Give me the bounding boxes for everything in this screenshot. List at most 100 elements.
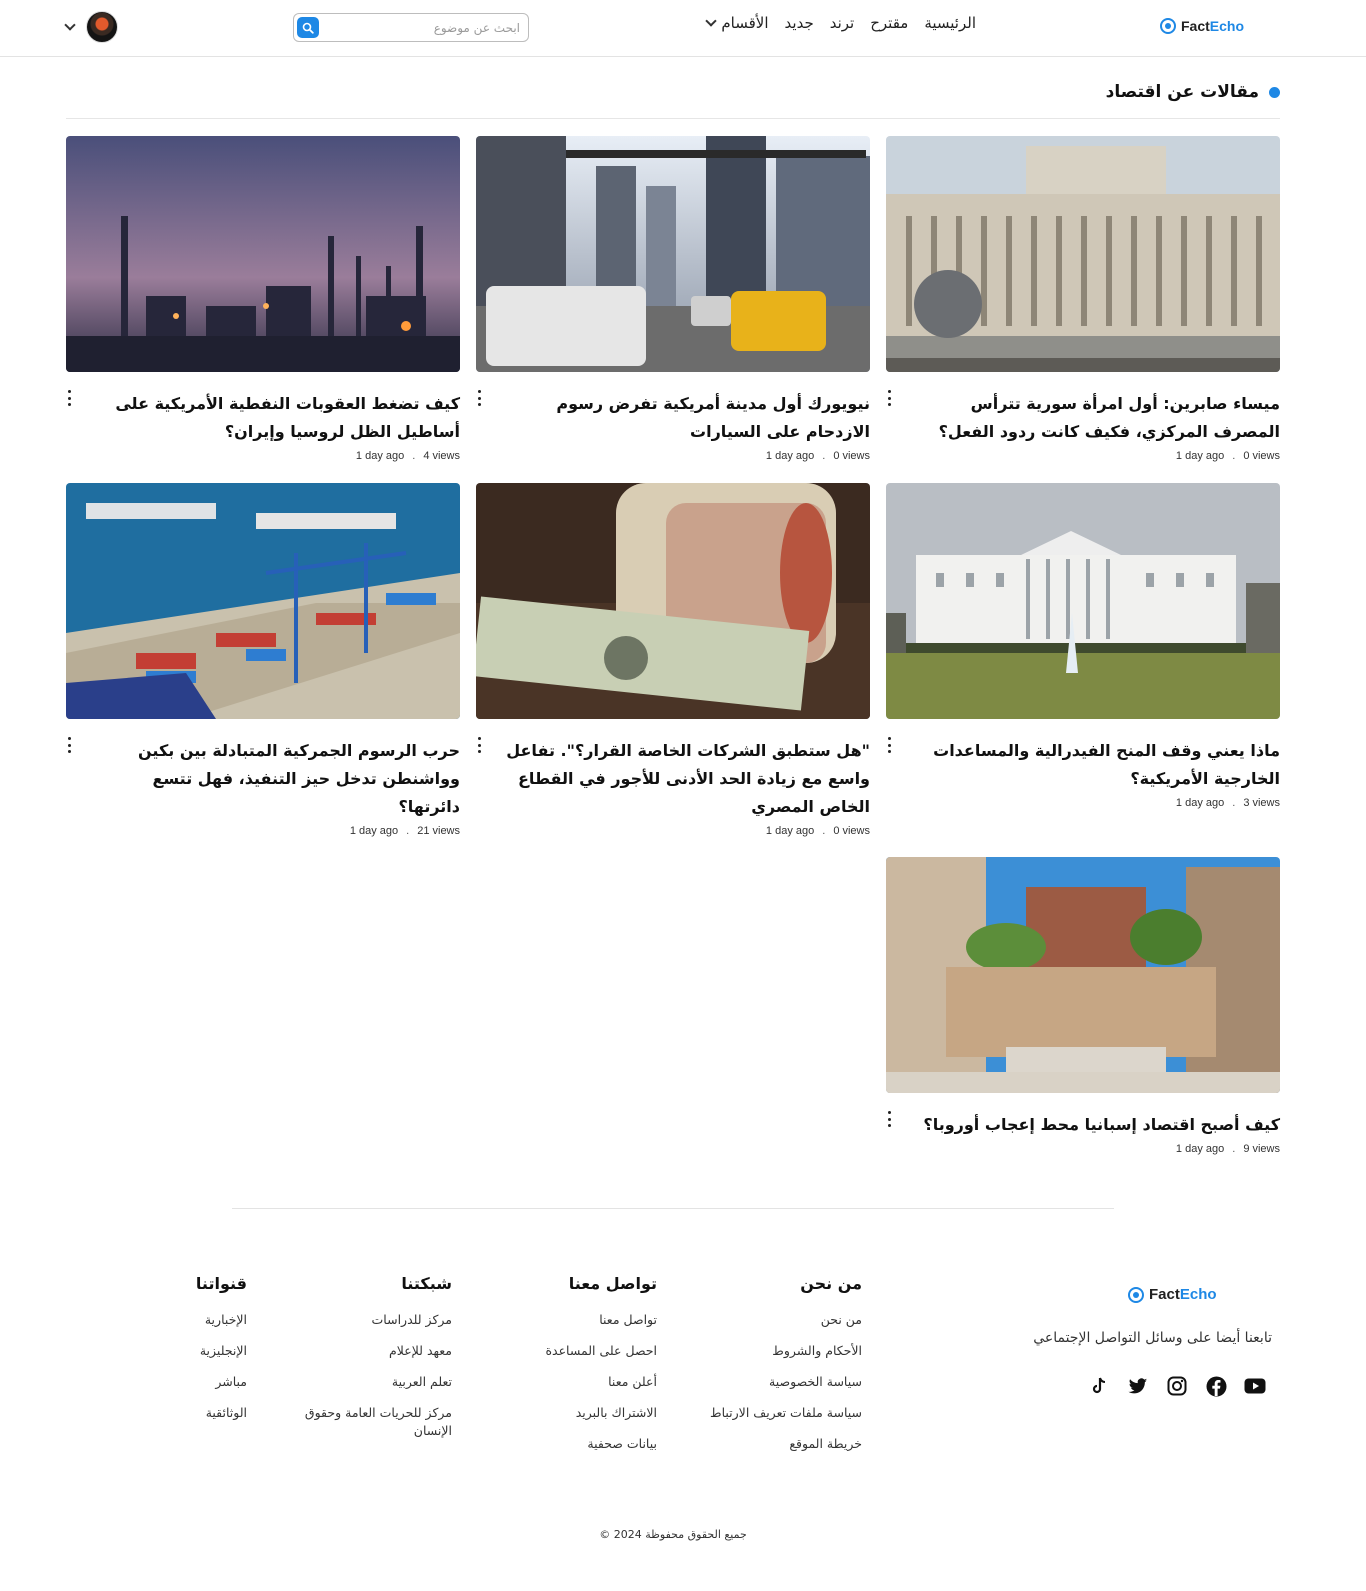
article-meta: 1 day ago . 0 views bbox=[476, 825, 870, 837]
footer-link[interactable]: سياسة الخصوصية bbox=[710, 1373, 862, 1391]
search-button[interactable] bbox=[297, 17, 319, 38]
footer-link[interactable]: من نحن bbox=[710, 1311, 862, 1329]
footer-link[interactable]: الإخبارية bbox=[196, 1311, 247, 1329]
footer-link[interactable]: الوثائقية bbox=[196, 1404, 247, 1422]
chevron-down-icon[interactable] bbox=[64, 19, 76, 31]
article-meta: 1 day ago . 0 views bbox=[476, 450, 870, 462]
logo-fact-text: Fact bbox=[1181, 18, 1210, 34]
footer-heading: تواصل معنا bbox=[568, 1274, 657, 1293]
footer-link[interactable]: الاشتراك بالبريد bbox=[545, 1404, 657, 1422]
meta-separator: . bbox=[1232, 797, 1236, 809]
user-menu[interactable] bbox=[64, 11, 118, 43]
footer-column-network: شبكتنا مركز للدراسات معهد للإعلام تعلم ا… bbox=[292, 1274, 452, 1453]
article-time: 1 day ago bbox=[765, 450, 815, 462]
article-views: 0 views bbox=[1243, 450, 1280, 462]
section-title: مقالات عن اقتصاد bbox=[1105, 82, 1259, 102]
footer-divider bbox=[232, 1208, 1114, 1209]
site-header: FactEcho الرئيسية مقترح ترند جديد الأقسا… bbox=[0, 0, 1366, 57]
article-image-spain[interactable] bbox=[886, 857, 1280, 1093]
article-card[interactable]: كيف أصبح اقتصاد إسبانيا محط إعجاب أوروبا… bbox=[886, 857, 1280, 1155]
article-image-central-bank[interactable] bbox=[886, 136, 1280, 372]
article-image-port[interactable] bbox=[66, 483, 460, 719]
section-dot-icon bbox=[1269, 86, 1280, 98]
tiktok-icon[interactable] bbox=[1088, 1375, 1110, 1397]
logo-echo-text: Echo bbox=[1209, 18, 1245, 34]
footer-link[interactable]: بيانات صحفية bbox=[545, 1435, 657, 1453]
article-title[interactable]: "هل ستطبق الشركات الخاصة القرار؟". تفاعل… bbox=[476, 737, 870, 821]
meta-separator: . bbox=[406, 825, 410, 837]
twitter-icon[interactable] bbox=[1127, 1375, 1149, 1397]
site-logo[interactable]: FactEcho bbox=[1160, 18, 1244, 34]
article-card[interactable]: "هل ستطبق الشركات الخاصة القرار؟". تفاعل… bbox=[476, 483, 870, 837]
article-card[interactable]: حرب الرسوم الجمركية المتبادلة بين بكين و… bbox=[66, 483, 460, 837]
nav-sections-dropdown[interactable]: الأقسام bbox=[705, 14, 769, 32]
nav-home[interactable]: الرئيسية bbox=[924, 14, 976, 32]
footer-link[interactable]: الإنجليزية bbox=[196, 1342, 247, 1360]
article-image-white-house[interactable] bbox=[886, 483, 1280, 719]
nav-sections-label: الأقسام bbox=[721, 14, 769, 32]
article-options-icon[interactable] bbox=[476, 390, 482, 406]
instagram-icon[interactable] bbox=[1166, 1375, 1188, 1397]
article-options-icon[interactable] bbox=[886, 1111, 892, 1127]
footer-link[interactable]: تواصل معنا bbox=[545, 1311, 657, 1329]
footer-follow-text: تابعنا أيضا على وسائل التواصل الإجتماعي bbox=[1033, 1330, 1272, 1346]
article-title[interactable]: حرب الرسوم الجمركية المتبادلة بين بكين و… bbox=[66, 737, 460, 821]
article-card[interactable]: ماذا يعني وقف المنح الفيدرالية والمساعدا… bbox=[886, 483, 1280, 809]
article-card[interactable]: كيف تضغط العقوبات النفطية الأمريكية على … bbox=[66, 136, 460, 462]
footer-column-channels: قنواتنا الإخبارية الإنجليزية مباشر الوثا… bbox=[196, 1274, 247, 1435]
footer-column-about: من نحن من نحن الأحكام والشروط سياسة الخص… bbox=[710, 1274, 862, 1466]
article-options-icon[interactable] bbox=[66, 390, 72, 406]
search-input[interactable] bbox=[330, 18, 520, 38]
footer-logo[interactable]: FactEcho bbox=[1128, 1286, 1217, 1303]
chevron-down-icon bbox=[705, 15, 718, 27]
article-meta: 1 day ago . 21 views bbox=[66, 825, 460, 837]
footer-heading: من نحن bbox=[800, 1274, 862, 1293]
footer-link[interactable]: أعلن معنا bbox=[545, 1373, 657, 1391]
article-options-icon[interactable] bbox=[886, 390, 892, 406]
footer-heading: شبكتنا bbox=[401, 1274, 452, 1293]
logo-echo-text: Echo bbox=[1179, 1286, 1217, 1303]
article-card[interactable]: نيويورك أول مدينة أمريكية تفرض رسوم الاز… bbox=[476, 136, 870, 462]
article-title[interactable]: كيف تضغط العقوبات النفطية الأمريكية على … bbox=[66, 390, 460, 446]
article-options-icon[interactable] bbox=[886, 737, 892, 753]
footer-link[interactable]: معهد للإعلام bbox=[292, 1342, 452, 1360]
logo-icon bbox=[1128, 1286, 1144, 1303]
facebook-icon[interactable] bbox=[1205, 1375, 1227, 1397]
article-time: 1 day ago bbox=[1175, 450, 1225, 462]
footer-link[interactable]: مباشر bbox=[196, 1373, 247, 1391]
article-title[interactable]: نيويورك أول مدينة أمريكية تفرض رسوم الاز… bbox=[476, 390, 870, 446]
article-views: 0 views bbox=[833, 450, 870, 462]
nav-trend[interactable]: ترند bbox=[830, 14, 855, 32]
avatar[interactable] bbox=[86, 11, 118, 43]
article-views: 3 views bbox=[1243, 797, 1280, 809]
article-time: 1 day ago bbox=[349, 825, 399, 837]
footer-link[interactable]: مركز للحريات العامة وحقوق الإنسان bbox=[292, 1404, 452, 1440]
article-time: 1 day ago bbox=[1175, 1143, 1225, 1155]
section-heading: مقالات عن اقتصاد bbox=[1106, 82, 1280, 102]
footer-link[interactable]: الأحكام والشروط bbox=[710, 1342, 862, 1360]
article-title[interactable]: كيف أصبح اقتصاد إسبانيا محط إعجاب أوروبا… bbox=[886, 1111, 1280, 1139]
article-views: 9 views bbox=[1243, 1143, 1280, 1155]
article-meta: 1 day ago . 0 views bbox=[886, 450, 1280, 462]
article-image-money[interactable] bbox=[476, 483, 870, 719]
article-views: 4 views bbox=[423, 450, 460, 462]
meta-separator: . bbox=[1232, 450, 1236, 462]
article-views: 21 views bbox=[417, 825, 460, 837]
article-image-new-york[interactable] bbox=[476, 136, 870, 372]
logo-fact-text: Fact bbox=[1149, 1286, 1180, 1303]
meta-separator: . bbox=[412, 450, 416, 462]
footer-link[interactable]: خريطة الموقع bbox=[710, 1435, 862, 1453]
footer-link[interactable]: سياسة ملفات تعريف الارتباط bbox=[710, 1404, 862, 1422]
article-options-icon[interactable] bbox=[476, 737, 482, 753]
nav-suggested[interactable]: مقترح bbox=[870, 14, 908, 32]
article-title[interactable]: ماذا يعني وقف المنح الفيدرالية والمساعدا… bbox=[886, 737, 1280, 793]
footer-link[interactable]: مركز للدراسات bbox=[292, 1311, 452, 1329]
footer-link[interactable]: تعلم العربية bbox=[292, 1373, 452, 1391]
article-title[interactable]: ميساء صابرين: أول امرأة سورية تترأس المص… bbox=[886, 390, 1280, 446]
nav-new[interactable]: جديد bbox=[785, 14, 814, 32]
article-card[interactable]: ميساء صابرين: أول امرأة سورية تترأس المص… bbox=[886, 136, 1280, 462]
youtube-icon[interactable] bbox=[1244, 1375, 1266, 1397]
footer-link[interactable]: احصل على المساعدة bbox=[545, 1342, 657, 1360]
article-options-icon[interactable] bbox=[66, 737, 72, 753]
article-image-refinery[interactable] bbox=[66, 136, 460, 372]
